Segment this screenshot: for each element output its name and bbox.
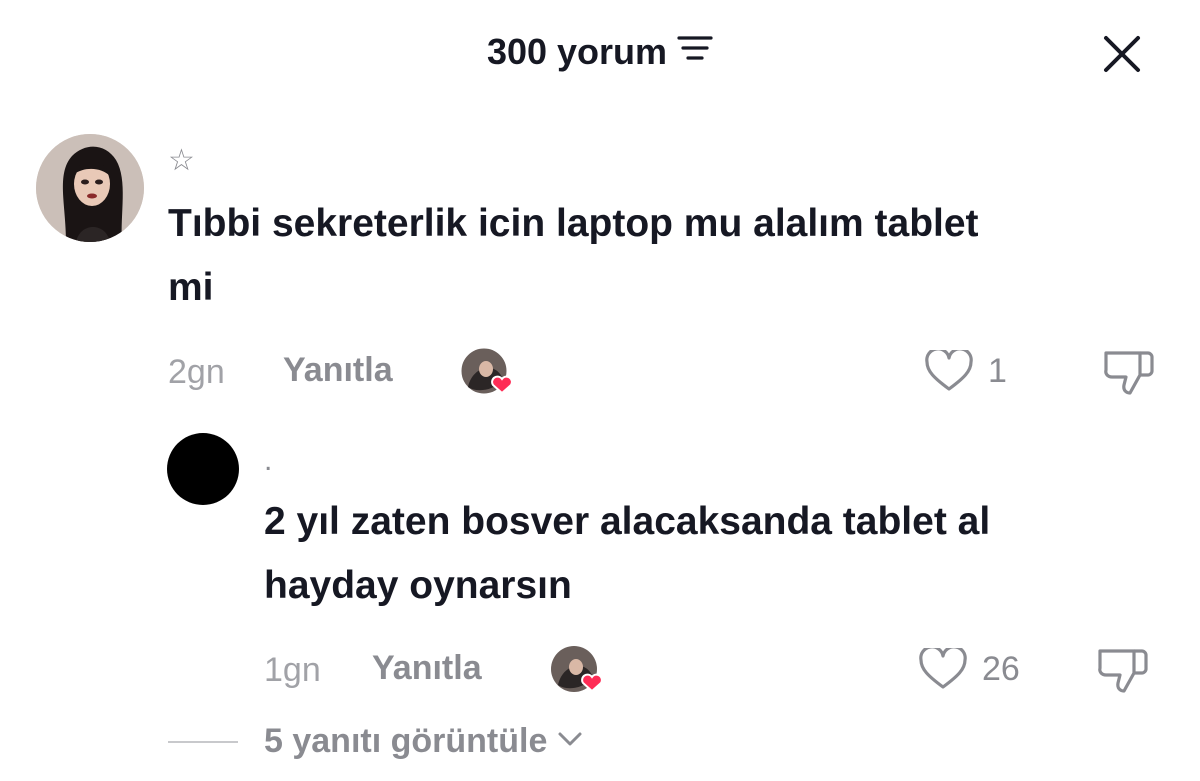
comment-time: 2gn <box>168 353 225 391</box>
reply-time: 1gn <box>264 651 321 689</box>
reply-text-line-2: hayday oynarsın <box>264 564 572 607</box>
creator-liked-icon <box>460 347 513 395</box>
heart-icon <box>925 350 973 391</box>
reply-text-line-1: 2 yıl zaten bosver alacaksanda tablet al <box>264 500 991 543</box>
like-count: 1 <box>988 351 1007 390</box>
heart-icon <box>919 648 967 689</box>
reply-like-count: 26 <box>982 649 1020 688</box>
reply-avatar[interactable] <box>167 433 239 505</box>
comments-count-title[interactable]: 300 yorum <box>0 30 1200 76</box>
filter-icon[interactable] <box>677 29 713 73</box>
view-replies-label: 5 yanıtı görüntüle <box>264 722 548 760</box>
reply-reply-button[interactable]: Yanıtla <box>372 648 482 688</box>
reply-like-button[interactable]: 26 <box>918 648 1020 690</box>
comment-username[interactable]: ☆ <box>168 144 195 178</box>
creator-liked-icon <box>550 645 603 693</box>
commenter-avatar[interactable] <box>36 134 144 242</box>
divider-line <box>168 740 238 743</box>
view-replies-button[interactable]: 5 yanıtı görüntüle <box>168 722 583 761</box>
close-icon[interactable] <box>1100 32 1144 76</box>
chevron-down-icon <box>557 730 583 753</box>
comment-count-label: 300 yorum <box>486 31 668 72</box>
reply-username[interactable]: . <box>264 444 272 478</box>
comment-text-line-2: mi <box>168 266 214 309</box>
comment-text-line-1: Tıbbi sekreterlik icin laptop mu alalım … <box>168 202 979 245</box>
like-button[interactable]: 1 <box>924 350 1007 392</box>
dislike-icon[interactable] <box>1100 347 1156 397</box>
reply-button[interactable]: Yanıtla <box>283 350 393 390</box>
comments-header: 300 yorum <box>0 0 1200 105</box>
dislike-icon[interactable] <box>1094 645 1150 695</box>
